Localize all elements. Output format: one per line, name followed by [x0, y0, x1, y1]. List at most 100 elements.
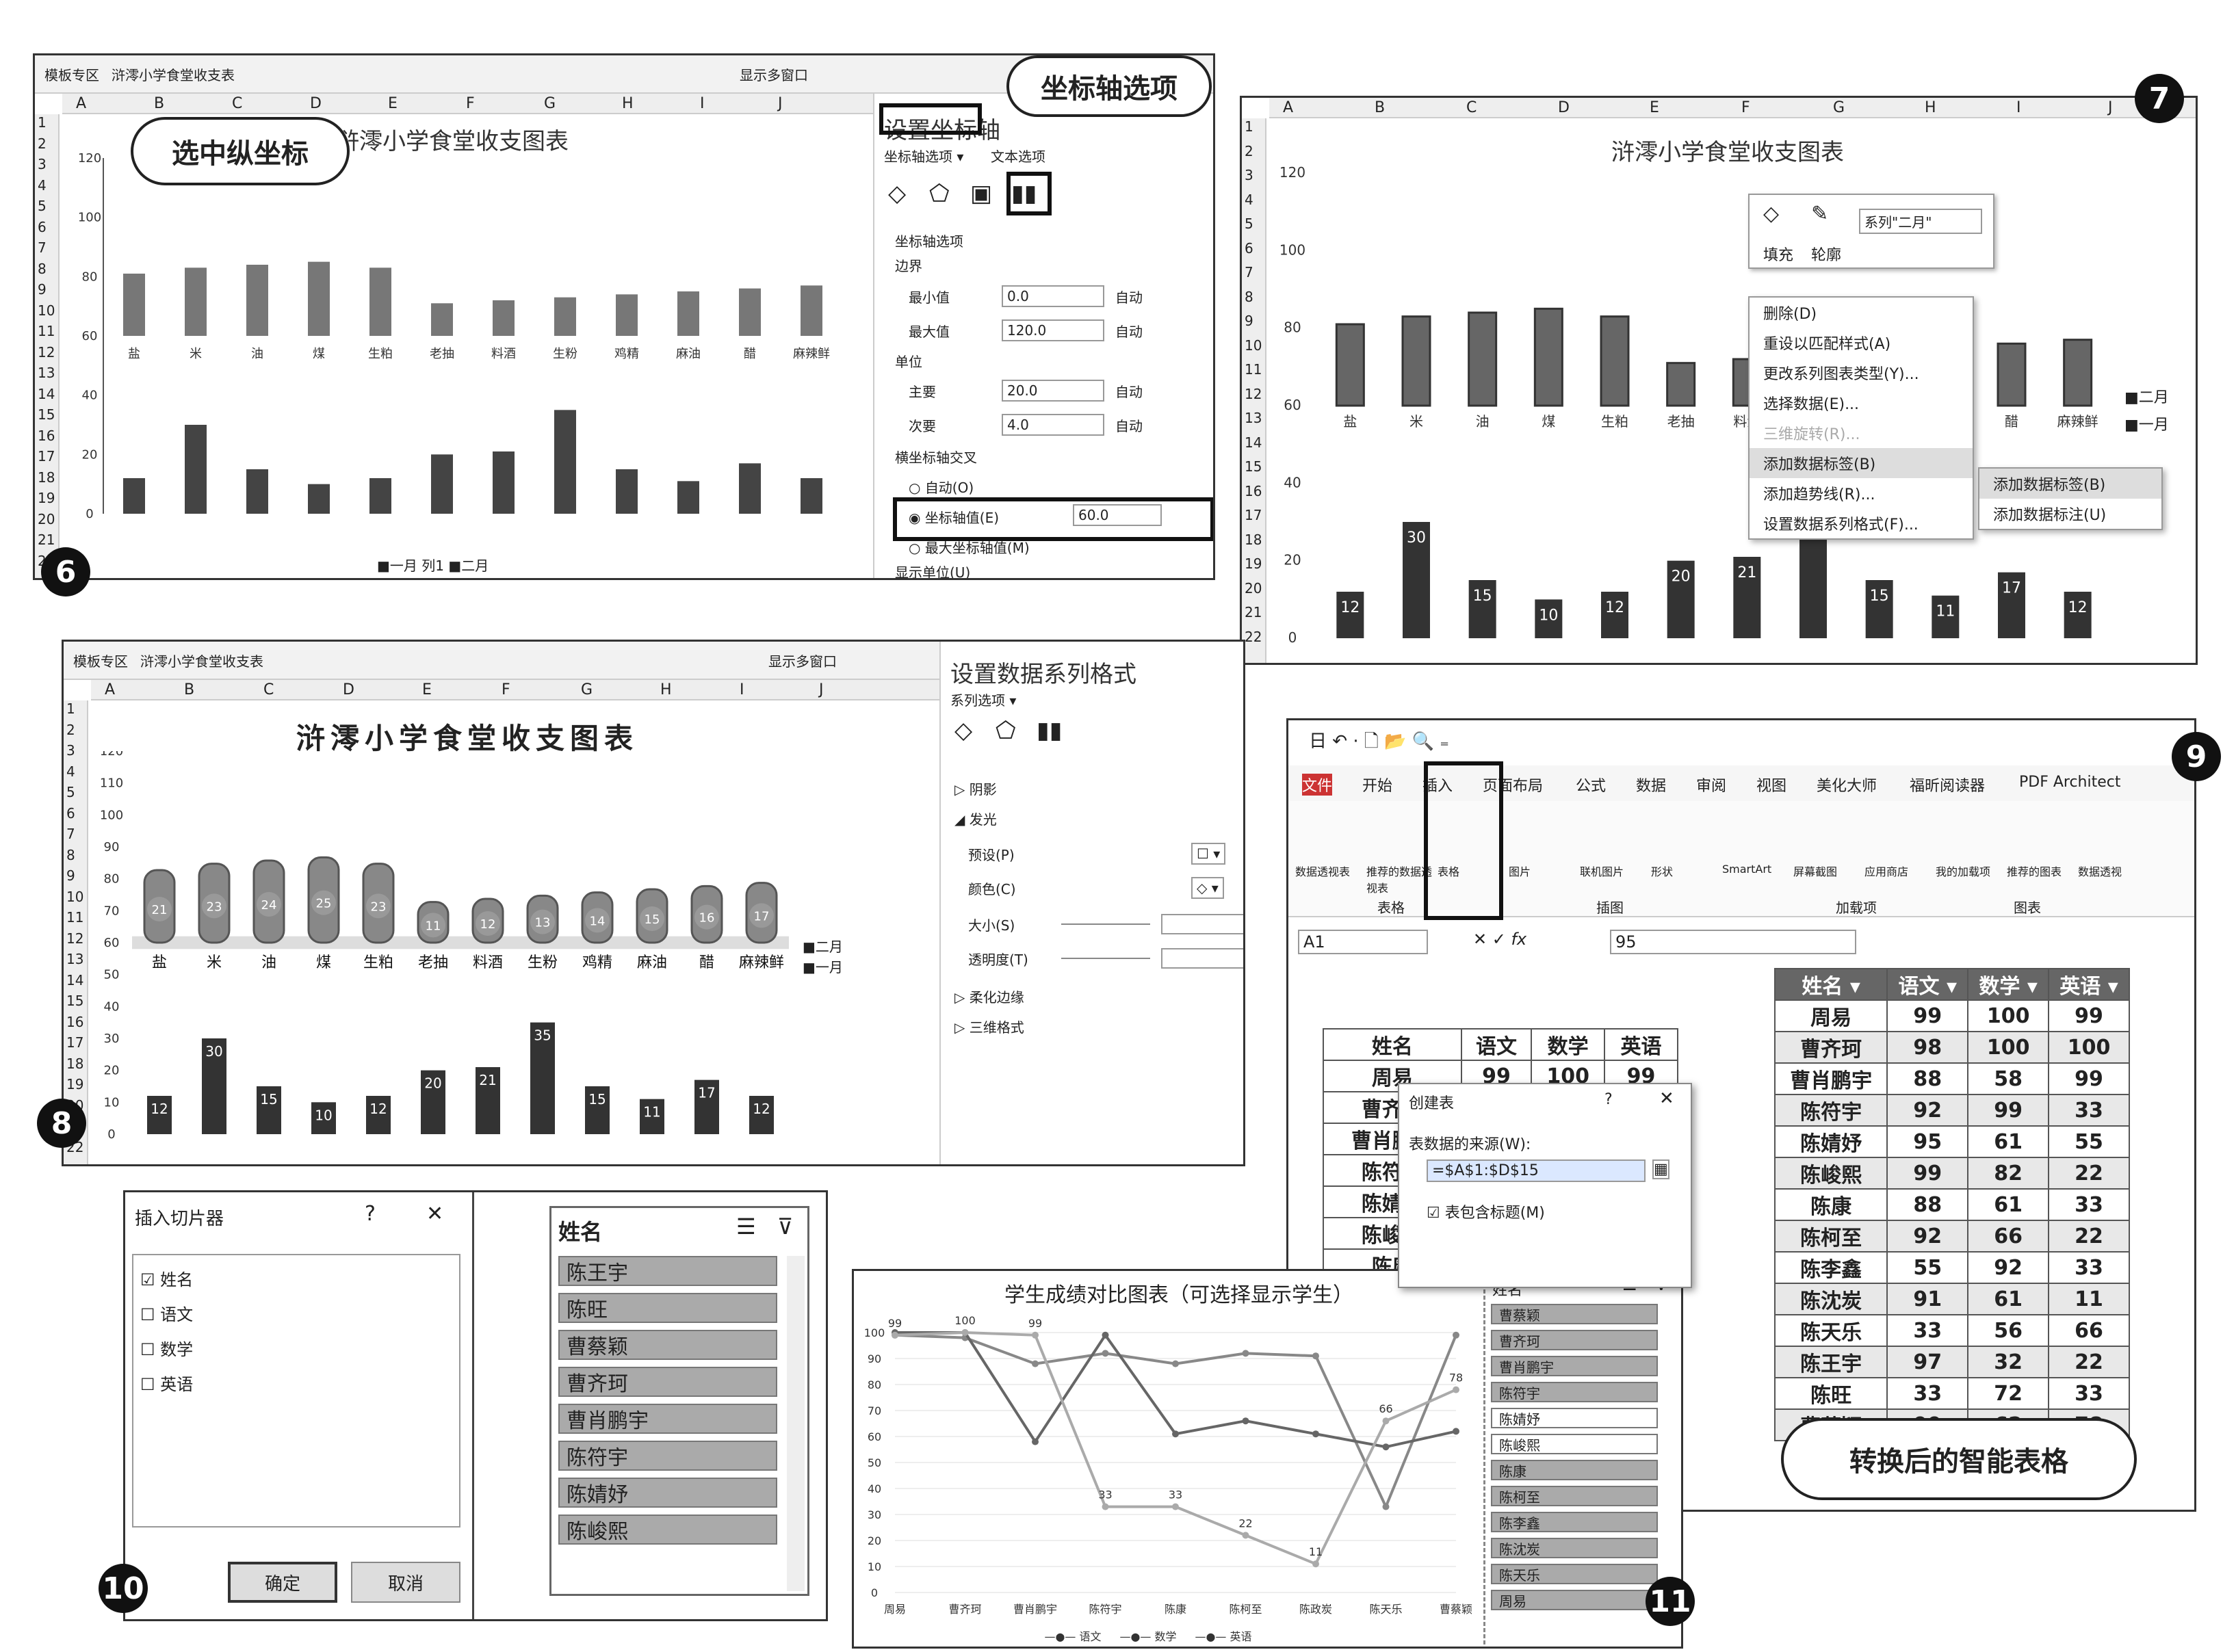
ribbon-tab[interactable]: 视图	[1756, 774, 1786, 796]
table-cell[interactable]: 55	[1886, 1251, 1969, 1284]
data-point[interactable]	[1032, 1438, 1039, 1445]
show-windows[interactable]: 显示多窗口	[740, 64, 808, 84]
row-11[interactable]: 11	[38, 323, 55, 339]
row-3[interactable]: 3	[66, 742, 75, 759]
row-4[interactable]: 4	[1245, 192, 1253, 208]
bar-jan[interactable]	[739, 463, 761, 514]
data-point[interactable]	[1382, 1503, 1390, 1510]
row-10[interactable]: 10	[66, 889, 83, 905]
bar-jan[interactable]	[185, 425, 207, 514]
slicer-item[interactable]: 陈旺	[558, 1293, 777, 1323]
table-header[interactable]: 姓名	[1323, 1028, 1462, 1061]
row-8[interactable]: 8	[38, 261, 47, 277]
ribbon-tab[interactable]: 文件	[1302, 774, 1333, 796]
bar-feb[interactable]	[1533, 307, 1563, 407]
row-3[interactable]: 3	[38, 156, 47, 172]
context-menu-item[interactable]: 删除(D)	[1750, 298, 1973, 328]
table-cell[interactable]: 56	[1967, 1314, 2050, 1347]
dialog-close-icon[interactable]: ✕	[426, 1202, 443, 1226]
row-19[interactable]: 19	[38, 490, 55, 506]
transparency-slider[interactable]	[1061, 958, 1150, 959]
row-15[interactable]: 15	[1245, 458, 1262, 475]
row-16[interactable]: 16	[38, 428, 55, 444]
table-header[interactable]: 英语 ▾	[2048, 968, 2130, 1001]
row-1[interactable]: 1	[1245, 118, 1253, 135]
fill-icon[interactable]: ◇	[1763, 202, 1779, 226]
context-menu-item[interactable]: 设置数据系列格式(F)...	[1750, 508, 1973, 538]
context-menu-item[interactable]: 三维旋转(R)...	[1750, 418, 1973, 448]
table-cell[interactable]: 陈康	[1773, 1188, 1888, 1221]
slicer-item[interactable]: 曹齐珂	[558, 1367, 777, 1397]
data-point[interactable]	[892, 1331, 898, 1339]
major-input[interactable]: 20.0	[1002, 380, 1104, 402]
table-cell[interactable]: 97	[1886, 1346, 1969, 1378]
field-checkbox[interactable]: ☑ 姓名	[140, 1266, 452, 1290]
dialog-header-checkbox[interactable]: ☑ 表包含标题(M)	[1427, 1201, 1545, 1222]
table-cell[interactable]: 100	[2048, 1031, 2130, 1064]
table-cell[interactable]: 22	[2048, 1346, 2130, 1378]
table-cell[interactable]: 32	[1967, 1346, 2050, 1378]
ribbon-button[interactable]: 图片	[1509, 863, 1577, 879]
dialog-close-icon[interactable]: ✕	[1659, 1088, 1674, 1109]
bar-feb[interactable]	[677, 291, 699, 336]
cross-auto-radio[interactable]: ○ 自动(O)	[909, 477, 974, 497]
min-input[interactable]: 0.0	[1002, 285, 1104, 307]
table-cell[interactable]: 曹肖鹏宇	[1773, 1062, 1888, 1095]
row-5[interactable]: 5	[38, 198, 47, 214]
field-checkbox[interactable]: ☐ 语文	[140, 1301, 452, 1325]
bar-feb[interactable]	[185, 267, 207, 336]
table-cell[interactable]: 88	[1886, 1062, 1969, 1095]
size-slider[interactable]	[1061, 923, 1150, 925]
series-line-数学[interactable]	[895, 1331, 1457, 1449]
slicer-item[interactable]: 曹肖鹏宇	[558, 1404, 777, 1434]
text-options-tab[interactable]: 文本选项	[991, 146, 1045, 166]
bar-feb[interactable]	[1468, 311, 1498, 407]
data-point[interactable]	[1102, 1350, 1109, 1357]
col-H[interactable]: H	[660, 681, 672, 698]
table-cell[interactable]: 陈婧妤	[1773, 1125, 1888, 1158]
row-18[interactable]: 18	[1245, 532, 1262, 548]
row-13[interactable]: 13	[1245, 410, 1262, 426]
row-7[interactable]: 7	[38, 239, 47, 256]
table-cell[interactable]: 陈柯至	[1773, 1220, 1888, 1253]
soft-edges-section[interactable]: ▷ 柔化边缘	[954, 986, 1024, 1006]
table-cell[interactable]: 陈沈炭	[1773, 1283, 1888, 1315]
row-20[interactable]: 20	[38, 511, 55, 527]
chart-11[interactable]: 1009080706050403020100周易 曹齐珂 曹肖鹏宇 陈符宇 陈康 陈柯至陈…	[854, 1305, 1483, 1647]
color-dropdown[interactable]: ◇ ▾	[1191, 877, 1224, 899]
table-cell[interactable]: 99	[2048, 999, 2130, 1032]
data-point[interactable]	[1172, 1430, 1179, 1438]
clear-filter-icon[interactable]: ⊽	[777, 1214, 793, 1240]
bar-feb[interactable]	[1997, 342, 2027, 407]
table-cell[interactable]: 98	[1886, 1031, 1969, 1064]
row-9[interactable]: 9	[38, 281, 47, 298]
col-I[interactable]: I	[700, 95, 705, 112]
row-7[interactable]: 7	[66, 826, 75, 842]
ribbon-button[interactable]: 形状	[1651, 863, 1719, 879]
effects-icon[interactable]: ⬠	[996, 717, 1016, 744]
row-7[interactable]: 7	[1245, 264, 1253, 280]
bar-feb[interactable]	[431, 303, 453, 336]
col-H[interactable]: H	[622, 95, 634, 112]
bar-jan[interactable]	[677, 481, 699, 514]
bar-jan[interactable]	[431, 454, 453, 514]
row-12[interactable]: 12	[1245, 386, 1262, 402]
row-13[interactable]: 13	[66, 951, 83, 967]
data-point[interactable]	[1453, 1331, 1459, 1339]
table-cell[interactable]: 陈符宇	[1773, 1094, 1888, 1127]
field-checkbox[interactable]: ☐ 英语	[140, 1371, 452, 1395]
file-tab[interactable]: 浒澪小学食堂收支表	[140, 651, 263, 670]
bar-feb[interactable]	[369, 267, 391, 336]
slicer-item[interactable]: 陈康	[1491, 1460, 1658, 1480]
bar-feb[interactable]	[554, 297, 576, 336]
row-13[interactable]: 13	[38, 365, 55, 381]
bar-feb[interactable]	[246, 265, 268, 336]
effects-icon[interactable]: ⬠	[929, 180, 950, 207]
fill-icon[interactable]: ◇	[954, 717, 972, 744]
row-21[interactable]: 21	[1245, 604, 1262, 620]
ribbon-button[interactable]: 推荐的图表	[2007, 863, 2075, 879]
dialog-help[interactable]: ?	[1604, 1091, 1613, 1108]
fill-icon[interactable]: ◇	[888, 180, 906, 207]
bar-feb[interactable]	[308, 261, 330, 336]
slicer-item[interactable]: 陈峻熙	[558, 1515, 777, 1545]
